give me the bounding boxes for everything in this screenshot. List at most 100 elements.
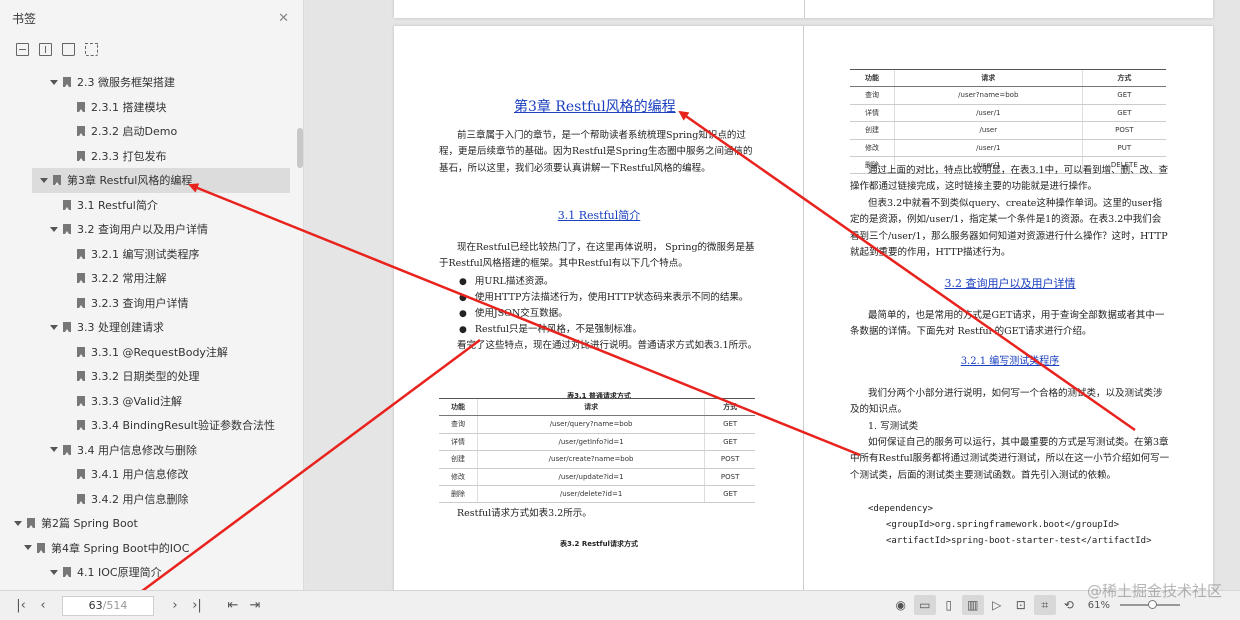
sidebar-bookmark-item[interactable]: 4.1 IOC原理简介 [0, 560, 296, 585]
bookmark-label: 3.2.3 查询用户详情 [91, 296, 189, 310]
bookmark-tree: 2.3 微服务框架搭建 2.3.1 搭建模块 2.3.2 启动Demo 2.3.3 打… [0, 70, 296, 585]
sidebar-bookmark-item[interactable]: 2.3.2 启动Demo [0, 119, 296, 144]
sidebar-bookmark-item[interactable]: 3.2 查询用户以及用户详情 [0, 217, 296, 242]
expand-triangle-icon[interactable] [24, 545, 32, 551]
sidebar-bookmark-item[interactable]: 3.3.1 @RequestBody注解 [0, 340, 296, 365]
chapter-title: 第3章 Restful风格的编程 [514, 99, 676, 115]
next-page-icon[interactable]: › [164, 598, 186, 613]
prev-page-icon[interactable]: ‹ [32, 598, 54, 613]
table-row: 查询/user/query?name=bob GET [439, 415, 755, 434]
bullet-item: 使用HTTP方法描述行为，使用HTTP状态码来表示不同的结果。 [459, 290, 749, 306]
section-heading: 3.1 Restful简介 [557, 209, 641, 222]
table-row: 修改/user/1 PUT [850, 139, 1166, 158]
bookmark-label: 第3章 Restful风格的编程 [67, 174, 193, 188]
expand-triangle-icon[interactable] [14, 520, 22, 526]
expand-triangle-icon[interactable] [50, 324, 58, 330]
table-cell: POST [1081, 121, 1166, 140]
sidebar-bookmark-item[interactable]: 3.2.1 编写测试类程序 [0, 242, 296, 267]
back-icon[interactable]: ⇤ [222, 598, 244, 613]
bookmark-label: 3.2 查询用户以及用户详情 [77, 223, 208, 237]
bookmark-remove-icon[interactable] [85, 42, 98, 56]
bookmark-add-icon[interactable] [62, 42, 75, 56]
table-cell: /user/delete?id=1 [476, 485, 705, 504]
sidebar-scrollbar[interactable] [297, 128, 303, 168]
bookmark-icon [77, 493, 85, 504]
section-heading: 3.2 查询用户以及用户详情 [944, 277, 1076, 290]
sidebar-bookmark-item[interactable]: 第4章 Spring Boot中的IOC [0, 536, 296, 561]
last-page-icon[interactable]: ›| [186, 598, 208, 613]
table-cell: 详情 [439, 433, 478, 452]
paragraph: 1. 写测试类 [868, 421, 919, 432]
bookmark-label: 3.4.1 用户信息修改 [91, 468, 189, 482]
zoom-level[interactable]: 61% [1088, 600, 1110, 611]
paragraph: 最简单的，也是常用的方式是GET请求，用于查询全部数据或者其中一条数据的详情。下… [850, 310, 1165, 338]
single-page-icon[interactable]: ▭ [913, 595, 936, 615]
expand-triangle-icon[interactable] [50, 226, 58, 232]
sidebar-title: 书签 [12, 11, 37, 26]
paragraph: 但表3.2中就看不到类似query、create这种操作单词。这里的user指定… [850, 198, 1168, 259]
continuous-page-icon[interactable]: ▯ [938, 595, 960, 615]
crop-icon[interactable]: ⌗ [1033, 595, 1056, 615]
bookmark-label: 3.2.2 常用注解 [91, 272, 167, 286]
sidebar-bookmark-item[interactable]: 3.3.3 @Valid注解 [0, 389, 296, 414]
collapse-all-icon[interactable] [16, 42, 29, 56]
table-caption: 表3.2 Restful请求方式 [560, 540, 638, 548]
bookmark-icon [63, 322, 71, 333]
sidebar-bookmark-item[interactable]: 第3章 Restful风格的编程 [32, 168, 290, 193]
sidebar-bookmark-item[interactable]: 2.3.3 打包发布 [0, 144, 296, 169]
first-page-icon[interactable]: |‹ [10, 598, 32, 613]
table-cell: 删除 [439, 485, 478, 504]
table-row: 详情/user/1 GET [850, 104, 1166, 123]
page-current: 63 [88, 599, 103, 612]
table-cell: /user/getInfo?id=1 [476, 433, 705, 452]
forward-icon[interactable]: ⇥ [244, 598, 266, 613]
bookmark-label: 2.3.3 打包发布 [91, 149, 167, 163]
sidebar-bookmark-item[interactable]: 3.3 处理创建请求 [0, 315, 296, 340]
sidebar-bookmark-item[interactable]: 2.3.1 搭建模块 [0, 95, 296, 120]
bookmark-label: 3.3.4 BindingResult验证参数合法性 [91, 419, 276, 433]
expand-triangle-icon[interactable] [50, 447, 58, 453]
bookmark-label: 3.2.1 编写测试类程序 [91, 247, 200, 261]
table-cell: /user/query?name=bob [476, 415, 705, 434]
table-cell: PUT [1081, 139, 1166, 158]
bookmark-icon [77, 273, 85, 284]
sidebar-bookmark-item[interactable]: 3.4 用户信息修改与删除 [0, 438, 296, 463]
close-icon[interactable]: ✕ [278, 11, 289, 26]
sidebar-bookmark-item[interactable]: 3.3.2 日期类型的处理 [0, 364, 296, 389]
current-page: 第3章 Restful风格的编程 前三章属于入门的章节，是一个帮助读者系统梳理S… [394, 26, 1213, 596]
fit-width-icon[interactable]: ⊡ [1010, 595, 1032, 615]
expand-triangle-icon[interactable] [50, 569, 58, 575]
zoom-slider-knob[interactable] [1148, 600, 1157, 609]
sidebar-bookmark-item[interactable]: 2.3 微服务框架搭建 [0, 70, 296, 95]
page-number-input[interactable]: 63 /514 [62, 595, 154, 616]
sidebar-bookmark-item[interactable]: 第2篇 Spring Boot [0, 511, 296, 536]
sidebar-bookmark-item[interactable]: 3.2.2 常用注解 [0, 266, 296, 291]
bookmark-label: 2.3.1 搭建模块 [91, 100, 167, 114]
table-row: 创建/user/create?name=bob POST [439, 450, 755, 469]
table-cell: /user?name=bob [893, 86, 1083, 105]
section-heading: 3.2.1 编写测试类程序 [960, 356, 1060, 367]
table-cell: POST [704, 468, 755, 487]
two-page-icon[interactable]: ▥ [961, 595, 984, 615]
rotate-icon[interactable]: ⟲ [1058, 595, 1080, 615]
bullet-item: 用URL描述资源。 [459, 274, 553, 290]
sidebar-bookmark-item[interactable]: 3.2.3 查询用户详情 [0, 291, 296, 316]
sidebar-bookmark-item[interactable]: 3.4.2 用户信息删除 [0, 487, 296, 512]
expand-all-icon[interactable] [39, 42, 52, 56]
bookmark-icon [37, 542, 45, 553]
eye-icon[interactable]: ◉ [890, 595, 912, 615]
expand-triangle-icon[interactable] [50, 79, 58, 85]
expand-triangle-icon[interactable] [40, 177, 48, 183]
zoom-slider[interactable] [1120, 600, 1180, 609]
sidebar-bookmark-item[interactable]: 3.3.4 BindingResult验证参数合法性 [0, 413, 296, 438]
paragraph: Restful请求方式如表3.2所示。 [457, 508, 592, 519]
sidebar-bookmark-item[interactable]: 3.4.1 用户信息修改 [0, 462, 296, 487]
table-row: 创建/user POST [850, 121, 1166, 140]
sidebar-bookmark-item[interactable]: 3.1 Restful简介 [0, 193, 296, 218]
bookmark-icon [77, 248, 85, 259]
table-cell: 详情 [850, 104, 895, 123]
watermark: @稀土掘金技术社区 [1086, 582, 1222, 600]
play-icon[interactable]: ▷ [986, 595, 1008, 615]
table-cell: GET [704, 415, 755, 434]
page-total: /514 [102, 599, 128, 612]
